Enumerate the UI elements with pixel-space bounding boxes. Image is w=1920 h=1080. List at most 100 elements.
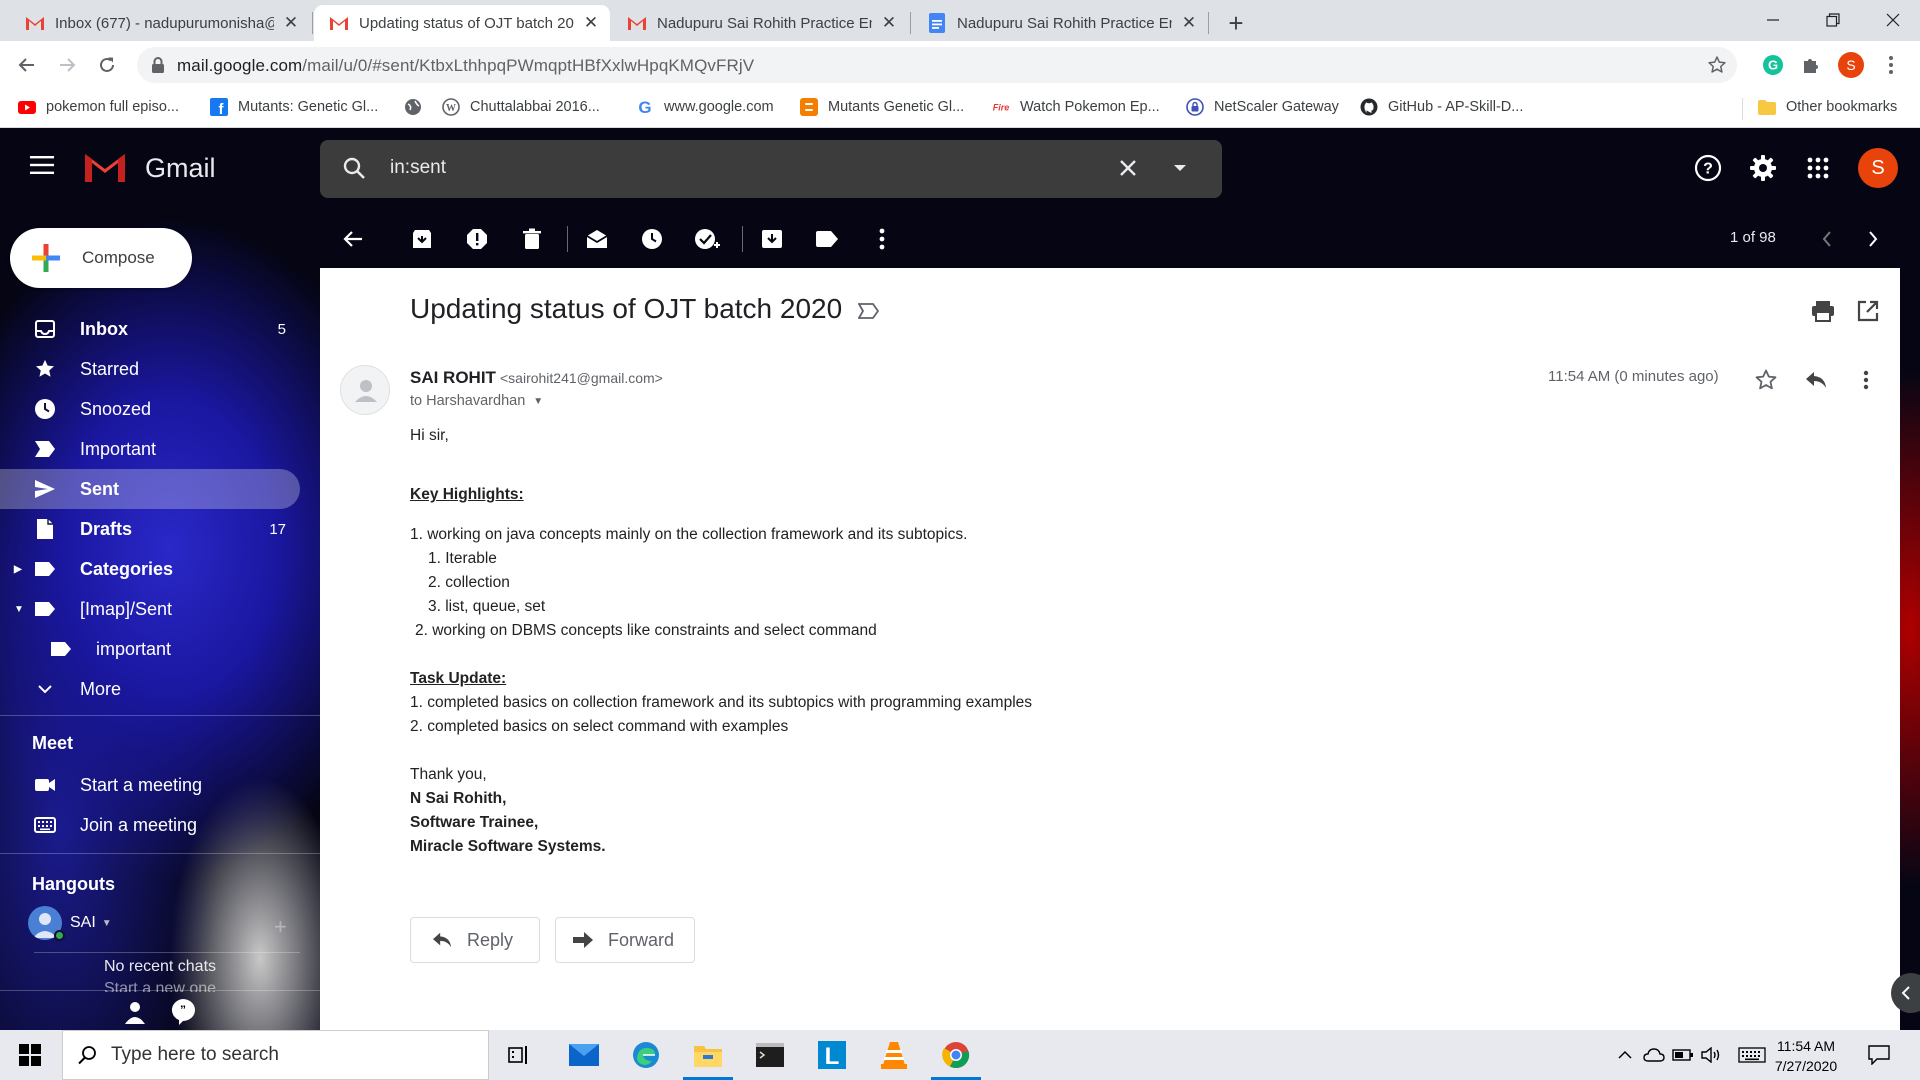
chrome-browser-icon[interactable] [940, 1039, 972, 1071]
search-bar[interactable] [320, 140, 1222, 198]
collapse-caret-icon[interactable]: ▼ [14, 604, 24, 615]
onedrive-cloud-icon[interactable] [1643, 1045, 1665, 1065]
close-icon[interactable]: ✕ [880, 13, 898, 32]
terminal-icon[interactable] [754, 1039, 786, 1071]
tab-practice-doc[interactable]: Nadupuru Sai Rohith Practice Em ✕ [912, 5, 1208, 41]
more-message-options-icon[interactable] [1852, 366, 1880, 394]
report-spam-icon[interactable] [464, 226, 490, 252]
reply-button[interactable]: Reply [410, 917, 540, 963]
lync-app-icon[interactable]: L [816, 1039, 848, 1071]
dropdown-caret-icon[interactable]: ▼ [102, 918, 112, 929]
bookmark-mutants-facebook[interactable]: f Mutants: Genetic Gl... [210, 98, 378, 116]
clear-search-icon[interactable] [1116, 156, 1140, 180]
tab-current-email[interactable]: Updating status of OJT batch 202 ✕ [314, 5, 610, 41]
search-options-dropdown-icon[interactable] [1172, 162, 1188, 174]
contacts-person-icon[interactable] [121, 998, 149, 1026]
compose-button[interactable]: Compose [10, 228, 192, 288]
gmail-logo[interactable] [82, 150, 128, 184]
tab-practice-email[interactable]: Nadupuru Sai Rohith Practice Em ✕ [612, 5, 908, 41]
join-meeting-link[interactable]: Join a meeting [0, 807, 300, 843]
windows-start-icon[interactable] [14, 1039, 46, 1071]
apps-grid-icon[interactable] [1802, 152, 1834, 184]
volume-speaker-icon[interactable] [1701, 1045, 1723, 1065]
tab-inbox[interactable]: Inbox (677) - nadupurumonisha@ ✕ [10, 5, 310, 41]
move-to-icon[interactable] [759, 226, 785, 252]
new-chat-plus-icon[interactable]: + [274, 914, 287, 940]
hangouts-chat-icon[interactable]: ” [170, 998, 196, 1026]
system-clock[interactable]: 11:54 AM 7/27/2020 [1760, 1036, 1852, 1076]
mail-app-icon[interactable] [568, 1039, 600, 1071]
search-input[interactable] [390, 157, 1010, 179]
account-avatar[interactable]: S [1858, 148, 1898, 188]
battery-icon[interactable] [1672, 1045, 1694, 1065]
sidebar-item-important-label[interactable]: important [0, 629, 300, 669]
hangouts-user[interactable]: SAI ▼ [28, 906, 112, 941]
close-icon[interactable]: ✕ [582, 13, 600, 32]
vlc-player-icon[interactable] [878, 1039, 910, 1071]
mark-unread-icon[interactable] [584, 226, 610, 252]
bookmark-github[interactable]: GitHub - AP-Skill-D... [1360, 98, 1523, 116]
task-view-icon[interactable] [503, 1039, 535, 1071]
grammarly-extension-icon[interactable]: G [1762, 54, 1784, 76]
print-icon[interactable] [1810, 298, 1836, 324]
search-icon[interactable] [342, 156, 366, 180]
bookmark-star-icon[interactable] [1707, 55, 1727, 75]
sender-name[interactable]: SAI ROHIT [410, 368, 496, 388]
restore-icon[interactable] [1810, 4, 1856, 36]
sidebar-item-drafts[interactable]: Drafts 17 [0, 509, 300, 549]
extensions-puzzle-icon[interactable] [1800, 54, 1822, 76]
back-to-list-icon[interactable] [340, 226, 366, 252]
forward-arrow-icon[interactable] [52, 50, 82, 80]
bookmark-google[interactable]: G www.google.com [636, 98, 773, 116]
bookmark-netscaler[interactable]: NetScaler Gateway [1186, 98, 1339, 116]
address-bar[interactable]: mail.google.com/mail/u/0/#sent/KtbxLthhp… [137, 47, 1737, 83]
importance-marker-icon[interactable] [858, 303, 880, 319]
url-text[interactable]: mail.google.com/mail/u/0/#sent/KtbxLthhp… [177, 56, 754, 76]
profile-avatar[interactable]: S [1838, 52, 1864, 78]
minimize-icon[interactable] [1750, 4, 1796, 36]
close-icon[interactable]: ✕ [282, 13, 300, 32]
gmail-wordmark[interactable]: Gmail [145, 153, 216, 184]
open-new-window-icon[interactable] [1855, 298, 1881, 324]
forward-button[interactable]: Forward [555, 917, 695, 963]
sidebar-item-sent[interactable]: Sent [0, 469, 300, 509]
sidebar-item-imap-sent[interactable]: ▼ [Imap]/Sent [0, 589, 300, 629]
snooze-clock-icon[interactable] [639, 226, 665, 252]
delete-trash-icon[interactable] [519, 226, 545, 252]
sender-avatar[interactable] [340, 365, 390, 415]
more-options-icon[interactable] [869, 226, 895, 252]
back-arrow-icon[interactable] [12, 50, 42, 80]
sidebar-item-more[interactable]: More [0, 669, 300, 709]
lock-icon[interactable] [151, 56, 165, 74]
sidebar-item-inbox[interactable]: Inbox 5 [0, 309, 300, 349]
reload-icon[interactable] [92, 50, 122, 80]
sidebar-item-starred[interactable]: Starred [0, 349, 300, 389]
add-to-tasks-icon[interactable] [694, 226, 720, 252]
close-icon[interactable]: ✕ [1180, 13, 1198, 32]
bookmark-pokemon[interactable]: pokemon full episo... [18, 98, 179, 116]
sidebar-item-categories[interactable]: ▶ Categories [0, 549, 300, 589]
taskbar-search-box[interactable]: Type here to search [62, 1030, 489, 1080]
sidebar-item-snoozed[interactable]: Snoozed [0, 389, 300, 429]
other-bookmarks[interactable]: Other bookmarks [1758, 98, 1897, 116]
bookmark-chuttalabbai[interactable]: W Chuttalabbai 2016... [442, 98, 600, 116]
edge-browser-icon[interactable] [630, 1039, 662, 1071]
newer-chevron-left-icon[interactable] [1814, 226, 1840, 252]
main-menu-icon[interactable] [30, 156, 54, 174]
file-explorer-icon[interactable] [692, 1039, 724, 1071]
show-hidden-icons-chevron-icon[interactable] [1614, 1045, 1636, 1065]
labels-tag-icon[interactable] [814, 226, 840, 252]
sidebar-item-important[interactable]: Important [0, 429, 300, 469]
window-close-icon[interactable] [1870, 4, 1916, 36]
bookmark-mutants-blogger[interactable]: Mutants Genetic Gl... [800, 98, 964, 116]
reply-icon[interactable] [1802, 366, 1830, 394]
chrome-menu-icon[interactable] [1880, 54, 1902, 76]
recipients-line[interactable]: to Harshavardhan ▼ [410, 393, 543, 409]
star-message-icon[interactable] [1752, 366, 1780, 394]
expand-caret-icon[interactable]: ▶ [14, 564, 22, 575]
settings-gear-icon[interactable] [1747, 152, 1779, 184]
bookmark-watch-pokemon[interactable]: Fire Watch Pokemon Ep... [992, 98, 1160, 116]
notifications-icon[interactable] [1866, 1044, 1892, 1066]
help-icon[interactable]: ? [1692, 152, 1724, 184]
recipient-details-caret-icon[interactable]: ▼ [533, 396, 543, 407]
